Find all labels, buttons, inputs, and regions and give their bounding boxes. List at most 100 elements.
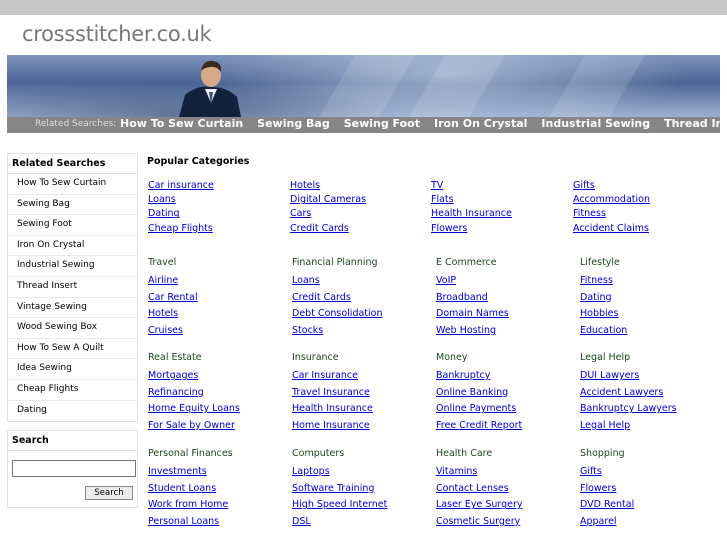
- category-link[interactable]: Refinancing: [148, 387, 293, 404]
- category-link[interactable]: VoIP: [436, 275, 581, 292]
- category-link[interactable]: Cruises: [148, 325, 293, 342]
- category-link[interactable]: Debt Consolidation: [292, 308, 437, 325]
- popular-link[interactable]: Fitness: [573, 208, 650, 222]
- popular-link[interactable]: Dating: [148, 208, 214, 222]
- search-box: Search Search: [7, 430, 138, 509]
- popular-link[interactable]: Cars: [290, 208, 366, 222]
- sidebar-item[interactable]: Dating: [8, 401, 137, 422]
- popular-link[interactable]: TV: [431, 180, 512, 194]
- category-link[interactable]: Contact Lenses: [436, 483, 581, 500]
- category-link[interactable]: Credit Cards: [292, 292, 437, 309]
- popular-link[interactable]: Digital Cameras: [290, 194, 366, 208]
- related-link[interactable]: Industrial Sewing: [541, 117, 650, 130]
- popular-link[interactable]: Credit Cards: [290, 223, 366, 237]
- sidebar-item[interactable]: Industrial Sewing: [8, 256, 137, 277]
- category-link[interactable]: Broadband: [436, 292, 581, 309]
- category-link[interactable]: Laser Eye Surgery: [436, 499, 581, 516]
- category-link[interactable]: Fitness: [580, 275, 725, 292]
- popular-link[interactable]: Cheap Flights: [148, 223, 214, 237]
- category-title: Money: [436, 352, 468, 363]
- sidebar-item[interactable]: Iron On Crystal: [8, 236, 137, 257]
- category-link[interactable]: Mortgages: [148, 370, 293, 387]
- related-link[interactable]: Thread Insert: [664, 117, 720, 130]
- popular-link[interactable]: Accommodation: [573, 194, 650, 208]
- businessman-photo: [179, 60, 241, 117]
- category-link[interactable]: Investments: [148, 466, 293, 483]
- category-link[interactable]: Hobbies: [580, 308, 725, 325]
- category-title: Real Estate: [148, 352, 202, 363]
- category-title: Shopping: [580, 448, 625, 459]
- category-link[interactable]: Free Credit Report: [436, 420, 581, 437]
- sidebar-item[interactable]: How To Sew Curtain: [8, 174, 137, 195]
- category-link[interactable]: Online Payments: [436, 403, 581, 420]
- category-link[interactable]: Web Hosting: [436, 325, 581, 342]
- category-block: Shopping Gifts Flowers DVD Rental Appare…: [580, 448, 725, 532]
- category-title: Legal Help: [580, 352, 631, 363]
- category-link[interactable]: Work from Home: [148, 499, 293, 516]
- sidebar-item[interactable]: Vintage Sewing: [8, 298, 137, 319]
- related-link[interactable]: Iron On Crystal: [434, 117, 527, 130]
- sidebar-item[interactable]: Sewing Foot: [8, 215, 137, 236]
- category-link[interactable]: Bankruptcy Lawyers: [580, 403, 725, 420]
- category-title: Lifestyle: [580, 257, 620, 268]
- category-link[interactable]: Education: [580, 325, 725, 342]
- search-input[interactable]: [12, 460, 136, 478]
- category-link[interactable]: Online Banking: [436, 387, 581, 404]
- popular-link[interactable]: Flowers: [431, 223, 512, 237]
- category-link[interactable]: Laptops: [292, 466, 437, 483]
- category-link[interactable]: Dating: [580, 292, 725, 309]
- category-link[interactable]: High Speed Internet: [292, 499, 437, 516]
- sidebar-item[interactable]: Sewing Bag: [8, 195, 137, 216]
- sidebar-item[interactable]: Idea Sewing: [8, 359, 137, 380]
- category-link[interactable]: Student Loans: [148, 483, 293, 500]
- popular-link[interactable]: Accident Claims: [573, 223, 650, 237]
- category-link[interactable]: Airline: [148, 275, 293, 292]
- category-link[interactable]: Loans: [292, 275, 437, 292]
- popular-link[interactable]: Gifts: [573, 180, 650, 194]
- popular-link[interactable]: Health Insurance: [431, 208, 512, 222]
- category-link[interactable]: Home Equity Loans: [148, 403, 293, 420]
- sidebar-item[interactable]: Wood Sewing Box: [8, 318, 137, 339]
- category-title: Computers: [292, 448, 345, 459]
- category-link[interactable]: Travel Insurance: [292, 387, 437, 404]
- popular-link[interactable]: Car insurance: [148, 180, 214, 194]
- category-link[interactable]: Home Insurance: [292, 420, 437, 437]
- category-link[interactable]: Legal Help: [580, 420, 725, 437]
- category-link[interactable]: Health Insurance: [292, 403, 437, 420]
- category-link[interactable]: Domain Names: [436, 308, 581, 325]
- related-link[interactable]: Sewing Foot: [344, 117, 420, 130]
- category-link[interactable]: Software Training: [292, 483, 437, 500]
- category-link[interactable]: Car Rental: [148, 292, 293, 309]
- related-link[interactable]: How To Sew Curtain: [120, 117, 243, 130]
- category-link[interactable]: Apparel: [580, 516, 725, 533]
- sidebar-item[interactable]: How To Sew A Quilt: [8, 339, 137, 360]
- sidebar-item[interactable]: Cheap Flights: [8, 380, 137, 401]
- category-link[interactable]: Cosmetic Surgery: [436, 516, 581, 533]
- category-link[interactable]: Personal Loans: [148, 516, 293, 533]
- related-link[interactable]: Sewing Bag: [257, 117, 330, 130]
- popular-link[interactable]: Flats: [431, 194, 512, 208]
- category-block: Health Care Vitamins Contact Lenses Lase…: [436, 448, 581, 532]
- related-searches-box: Related Searches How To Sew Curtain Sewi…: [7, 153, 138, 423]
- category-link[interactable]: DSL: [292, 516, 437, 533]
- sidebar-item[interactable]: Thread Insert: [8, 277, 137, 298]
- category-link[interactable]: For Sale by Owner: [148, 420, 293, 437]
- popular-link[interactable]: Hotels: [290, 180, 366, 194]
- category-link[interactable]: Flowers: [580, 483, 725, 500]
- category-link[interactable]: Stocks: [292, 325, 437, 342]
- category-block: Insurance Car Insurance Travel Insurance…: [292, 352, 437, 436]
- category-link[interactable]: Vitamins: [436, 466, 581, 483]
- category-link[interactable]: Accident Lawyers: [580, 387, 725, 404]
- category-block: Financial Planning Loans Credit Cards De…: [292, 257, 437, 341]
- related-searches-bar: Related Searches: How To Sew Curtain Sewi…: [7, 117, 720, 133]
- category-title: Financial Planning: [292, 257, 378, 268]
- category-link[interactable]: DUI Lawyers: [580, 370, 725, 387]
- category-link[interactable]: Hotels: [148, 308, 293, 325]
- category-link[interactable]: DVD Rental: [580, 499, 725, 516]
- site-domain-title: crossstitcher.co.uk: [22, 22, 212, 46]
- category-link[interactable]: Gifts: [580, 466, 725, 483]
- popular-link[interactable]: Loans: [148, 194, 214, 208]
- search-button[interactable]: Search: [85, 486, 133, 501]
- category-link[interactable]: Bankruptcy: [436, 370, 581, 387]
- category-link[interactable]: Car Insurance: [292, 370, 437, 387]
